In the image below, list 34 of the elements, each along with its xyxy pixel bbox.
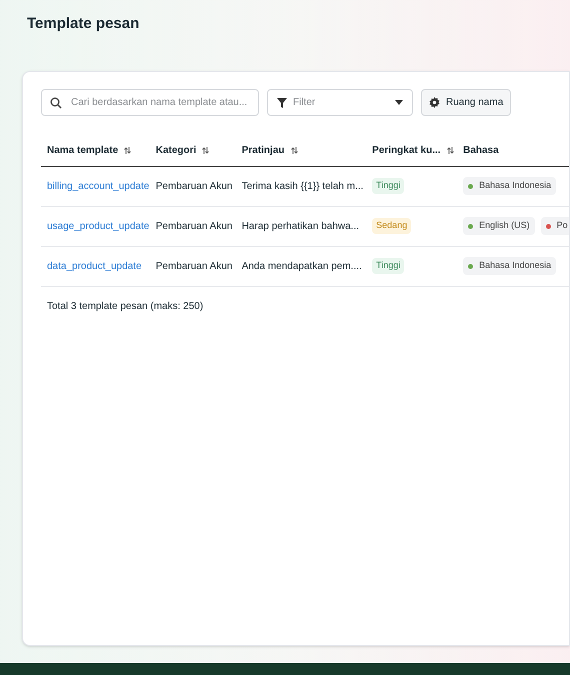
language-label: English (US)	[479, 219, 530, 232]
column-header[interactable]: Pratinjau	[242, 143, 284, 158]
template-link[interactable]: billing_account_update	[47, 178, 150, 194]
sort-icon[interactable]	[202, 147, 210, 154]
language-label: Bahasa Indonesia	[479, 179, 552, 192]
table-cell-text: Pembaruan Akun	[156, 260, 232, 274]
language-label: Po	[556, 219, 568, 232]
language-label: Bahasa Indonesia	[479, 259, 552, 272]
search-field[interactable]: Cari berdasarkan nama template atau...	[41, 88, 259, 116]
column-header[interactable]: Kategori	[156, 143, 196, 158]
column-header[interactable]: Nama template	[47, 143, 118, 158]
table-cell-text: Pembaruan Akun	[156, 220, 232, 234]
table-cell-text: Pembaruan Akun	[156, 180, 232, 194]
sort-icon[interactable]	[124, 147, 132, 154]
quality-badge: Sedang	[372, 218, 412, 234]
filter-icon	[277, 98, 287, 108]
quality-badge: Tinggi	[372, 258, 404, 274]
sort-icon[interactable]	[290, 147, 298, 154]
total-count: Total 3 template pesan (maks: 250)	[47, 300, 204, 314]
search-icon	[50, 96, 62, 108]
template-link[interactable]: usage_product_update	[47, 218, 150, 234]
page-title: Template pesan	[27, 14, 140, 34]
namespace-button[interactable]: Ruang nama	[421, 88, 512, 116]
template-link[interactable]: data_product_update	[47, 258, 142, 274]
column-header[interactable]: Peringkat ku...	[372, 143, 441, 158]
quality-badge: Tinggi	[372, 178, 404, 194]
table-cell-text: Terima kasih {{1}} telah m...	[242, 180, 364, 194]
table-cell-text: Harap perhatikan bahwa...	[242, 220, 359, 234]
sort-icon[interactable]	[446, 147, 454, 154]
filter-dropdown[interactable]: Filter	[267, 88, 413, 116]
caret-icon	[395, 100, 403, 104]
table-cell-text: Anda mendapatkan pem....	[242, 260, 362, 274]
settings-icon	[429, 96, 440, 108]
column-header[interactable]: Bahasa	[463, 143, 499, 158]
